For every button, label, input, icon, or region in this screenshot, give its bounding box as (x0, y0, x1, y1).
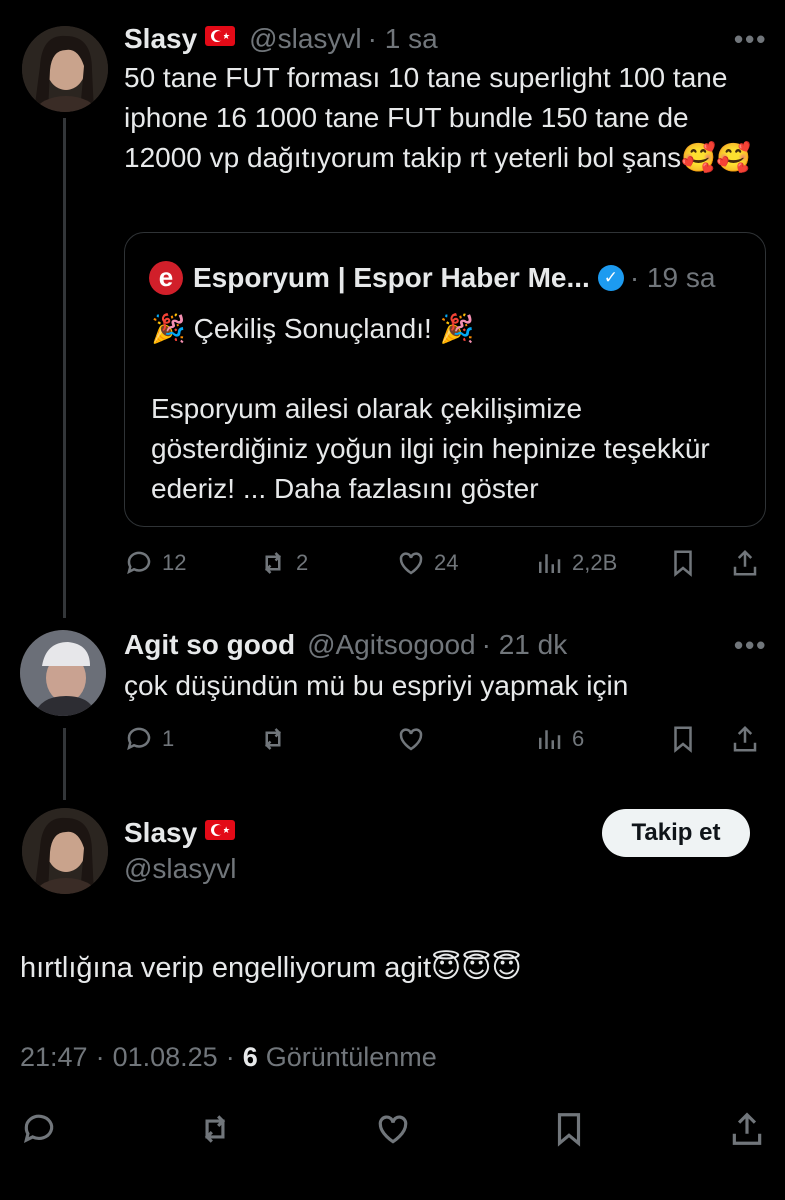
retweet-icon (264, 552, 282, 574)
bookmark-icon (557, 1113, 581, 1147)
tweet1-text: 50 tane FUT forması 10 tane superlight 1… (124, 62, 751, 173)
avatar-slasy[interactable] (22, 26, 108, 112)
quote-header: e Esporyum | Espor Haber Me... ✓ · 19 sa (149, 261, 715, 295)
tweet1-actions: 12 2 24 2,2B (124, 544, 764, 584)
views-count: 6 (572, 726, 585, 751)
main-views-label: Görüntülenme (265, 1042, 437, 1072)
verified-icon: ✓ (597, 265, 624, 291)
tweet2-name[interactable]: Agit so good (124, 629, 295, 661)
tweet2-handle[interactable]: @Agitsogood (307, 629, 476, 661)
meta-separator: · (225, 1042, 235, 1072)
views-count: 2,2B (572, 550, 618, 575)
main-reply-button[interactable] (20, 1110, 58, 1153)
retweet-button[interactable]: 2 (258, 548, 308, 578)
main-like-button[interactable] (374, 1110, 412, 1153)
main-text: hırtlığına verip engelliyorum agit😇😇😇 (20, 952, 522, 984)
like-icon (378, 1115, 408, 1144)
quote-name: Esporyum | Espor Haber Me... (193, 262, 590, 293)
reply-icon (23, 1114, 54, 1144)
retweet-icon (264, 728, 282, 750)
main-handle[interactable]: @slasyvl (124, 853, 236, 885)
reply-icon (127, 727, 151, 751)
like-count: 24 (434, 550, 459, 575)
retweet-button[interactable] (258, 724, 288, 754)
reply-button[interactable]: 1 (124, 724, 174, 754)
main-name[interactable]: Slasy (124, 817, 197, 849)
avatar-agit[interactable] (20, 630, 106, 716)
avatar-slasy-main[interactable] (22, 808, 108, 894)
thread-line (63, 728, 66, 800)
retweet-count: 2 (296, 550, 309, 575)
bookmark-icon (674, 550, 692, 577)
quote-time: · 19 sa (629, 262, 716, 293)
thread-line (63, 118, 66, 618)
main-views-count: 6 (242, 1042, 258, 1072)
esporyum-logo-icon: e (149, 261, 183, 295)
share-icon (732, 1112, 762, 1145)
bookmark-icon (674, 726, 692, 753)
reply-count: 12 (162, 550, 187, 575)
retweet-icon (204, 1115, 226, 1143)
share-icon (733, 725, 757, 752)
bookmark-button[interactable] (668, 724, 698, 754)
follow-button[interactable]: Takip et (602, 809, 750, 857)
main-author: Slasy ★ @slasyvl (124, 815, 236, 885)
more-icon[interactable]: ••• (734, 630, 767, 661)
share-icon (733, 549, 757, 576)
reply-button[interactable]: 12 (124, 548, 186, 578)
turkey-flag-icon: ★ (205, 26, 236, 46)
like-icon (399, 728, 423, 751)
tweet2-actions: 1 6 (124, 720, 764, 760)
main-meta: 21:47 · 01.08.25 · 6 Görüntülenme (20, 1042, 437, 1073)
tweet2-text: çok düşündün mü bu espriyi yapmak için (124, 670, 629, 701)
views-button[interactable]: 2,2B (534, 548, 617, 578)
quoted-tweet[interactable]: e Esporyum | Espor Haber Me... ✓ · 19 sa… (124, 232, 766, 527)
tweet1-time[interactable]: · 1 sa (368, 23, 438, 55)
tweet2-time[interactable]: · 21 dk (482, 629, 568, 661)
reply-count: 1 (162, 726, 175, 751)
share-button[interactable] (730, 548, 760, 578)
tweet2-header: Agit so good @Agitsogood · 21 dk (124, 628, 567, 662)
tweet1-name[interactable]: Slasy (124, 23, 197, 55)
quote-title: 🎉 Çekiliş Sonuçlandı! 🎉 (151, 313, 475, 344)
like-button[interactable]: 24 (396, 548, 458, 578)
main-share-button[interactable] (728, 1110, 766, 1153)
views-icon (539, 730, 561, 749)
meta-separator: · (95, 1042, 105, 1072)
main-date[interactable]: 01.08.25 (113, 1042, 218, 1073)
views-icon (539, 554, 561, 573)
main-bookmark-button[interactable] (550, 1110, 588, 1153)
turkey-flag-icon: ★ (205, 820, 236, 840)
quote-body: Esporyum ailesi olarak çekilişimize göst… (151, 393, 710, 504)
like-button[interactable] (396, 724, 426, 754)
tweet1-header: Slasy ★ @slasyvl · 1 sa (124, 22, 438, 56)
main-retweet-button[interactable] (196, 1110, 234, 1153)
bookmark-button[interactable] (668, 548, 698, 578)
reply-icon (127, 551, 151, 575)
views-button[interactable]: 6 (534, 724, 584, 754)
like-icon (399, 552, 423, 575)
share-button[interactable] (730, 724, 760, 754)
tweet1-handle[interactable]: @slasyvl (249, 23, 361, 55)
main-time[interactable]: 21:47 (20, 1042, 88, 1073)
more-icon[interactable]: ••• (734, 24, 767, 55)
